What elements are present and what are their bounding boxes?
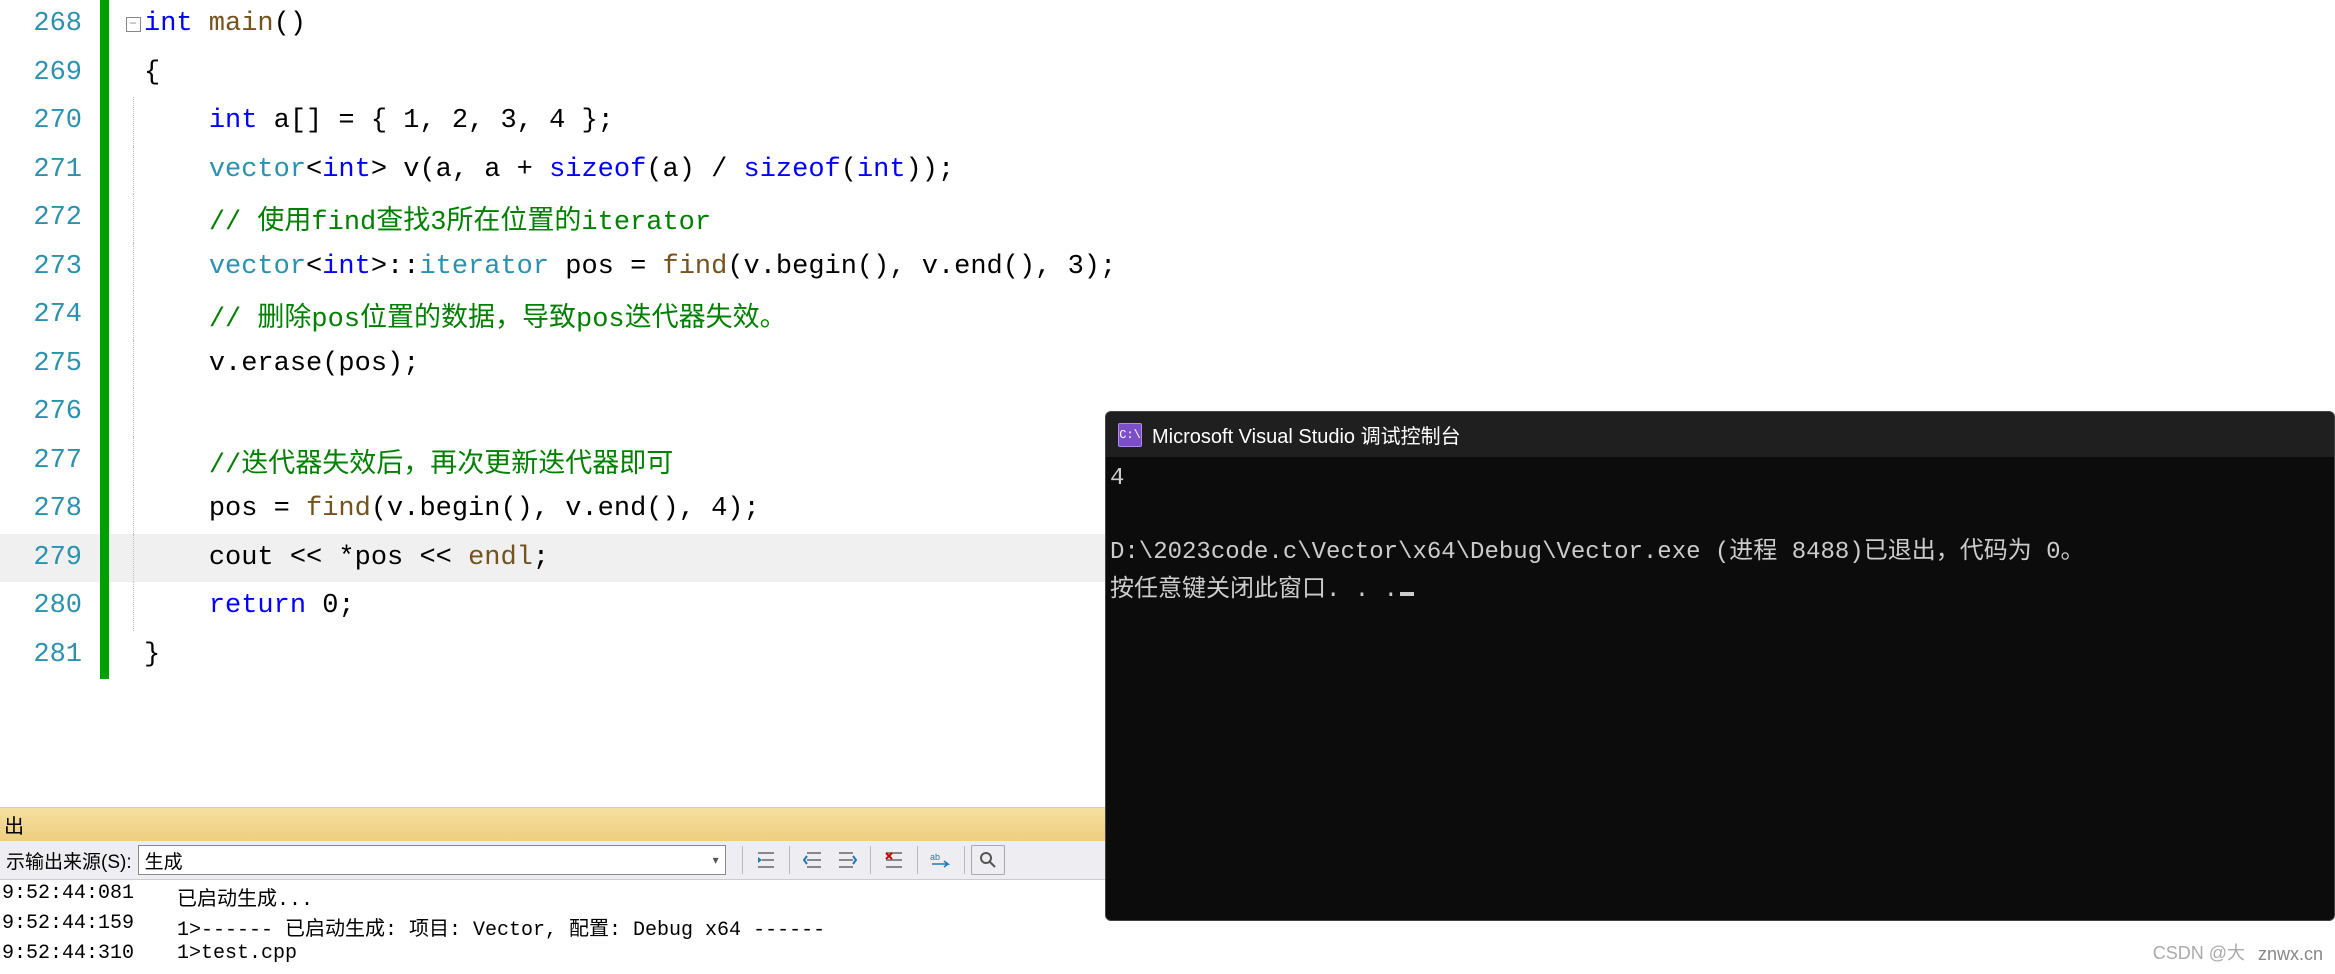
line-number: 273	[0, 252, 100, 282]
clear-icon[interactable]	[877, 845, 911, 875]
console-title: Microsoft Visual Studio 调试控制台	[1152, 420, 1461, 449]
toolbar-separator	[870, 846, 871, 874]
code-text: vector<int>::iterator pos = find(v.begin…	[144, 252, 1116, 282]
toolbar-separator	[789, 846, 790, 874]
line-number: 276	[0, 397, 100, 427]
indent-icon[interactable]	[749, 845, 783, 875]
collapse-toggle-icon[interactable]: −	[126, 17, 141, 32]
debug-console-window[interactable]: C:\ Microsoft Visual Studio 调试控制台 4 D:\2…	[1105, 411, 2335, 921]
code-text: cout << *pos << endl;	[144, 543, 549, 573]
code-text: vector<int> v(a, a + sizeof(a) / sizeof(…	[144, 155, 954, 185]
code-text: return 0;	[144, 591, 355, 621]
watermark-csdn: CSDN @大	[2153, 939, 2245, 965]
code-text: {	[144, 58, 160, 88]
output-source-value: 生成	[145, 847, 183, 874]
next-icon[interactable]	[830, 845, 864, 875]
line-number: 270	[0, 106, 100, 136]
line-number: 269	[0, 58, 100, 88]
line-number: 278	[0, 494, 100, 524]
wrap-icon[interactable]: ab	[924, 845, 958, 875]
toolbar-separator	[742, 846, 743, 874]
console-app-icon: C:\	[1118, 423, 1142, 447]
console-output: 4 D:\2023code.c\Vector\x64\Debug\Vector.…	[1106, 457, 2334, 612]
code-text: v.erase(pos);	[144, 349, 419, 379]
output-source-dropdown[interactable]: 生成 ▾	[138, 845, 726, 875]
line-number: 271	[0, 155, 100, 185]
output-source-label: 示输出来源(S):	[0, 847, 138, 874]
search-icon[interactable]	[971, 845, 1005, 875]
line-number: 277	[0, 446, 100, 476]
code-text: // 使用find查找3所在位置的iterator	[144, 198, 711, 238]
line-number: 279	[0, 543, 100, 573]
line-number: 281	[0, 640, 100, 670]
prev-icon[interactable]	[796, 845, 830, 875]
code-text: }	[144, 640, 160, 670]
code-text: // 删除pos位置的数据，导致pos迭代器失效。	[144, 295, 787, 335]
line-number: 274	[0, 300, 100, 330]
line-number: 280	[0, 591, 100, 621]
code-text: pos = find(v.begin(), v.end(), 4);	[144, 494, 760, 524]
log-row: 9:52:44:310 1>test.cpp	[2, 942, 2333, 972]
cursor-icon	[1400, 592, 1414, 596]
code-text: //迭代器失效后，再次更新迭代器即可	[144, 441, 673, 481]
chevron-down-icon: ▾	[713, 853, 719, 867]
toolbar-separator	[917, 846, 918, 874]
console-titlebar[interactable]: C:\ Microsoft Visual Studio 调试控制台	[1106, 412, 2334, 457]
line-number: 272	[0, 203, 100, 233]
line-number: 275	[0, 349, 100, 379]
code-text: int a[] = { 1, 2, 3, 4 };	[144, 106, 614, 136]
toolbar-separator	[964, 846, 965, 874]
line-number: 268	[0, 9, 100, 39]
watermark-site: znwx.cn	[2258, 944, 2323, 965]
code-text: int main()	[144, 9, 306, 39]
svg-text:ab: ab	[930, 852, 940, 862]
